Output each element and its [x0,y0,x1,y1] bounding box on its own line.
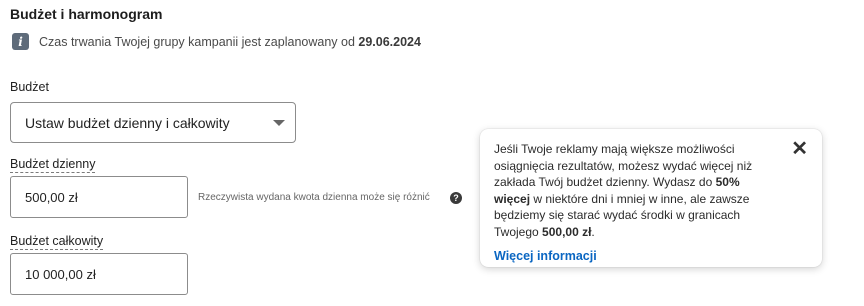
budget-tooltip: ✕ Jeśli Twoje reklamy mają większe możli… [480,129,822,267]
total-budget-value: 10 000,00 zł [25,266,96,282]
schedule-info: i Czas trwania Twojej grupy kampanii jes… [12,33,421,50]
chevron-down-icon [273,120,285,126]
schedule-info-text: Czas trwania Twojej grupy kampanii jest … [39,35,421,49]
daily-budget-input[interactable]: 500,00 zł [10,176,188,218]
total-budget-label[interactable]: Budżet całkowity [10,234,104,250]
daily-budget-label[interactable]: Budżet dzienny [10,157,96,173]
budget-type-value: Ustaw budżet dzienny i całkowity [25,114,230,131]
close-icon[interactable]: ✕ [791,139,808,159]
help-icon[interactable]: ? [450,192,462,204]
daily-budget-value: 500,00 zł [25,189,78,205]
daily-budget-hint: Rzeczywista wydana kwota dzienna może si… [198,192,430,203]
tooltip-text: Jeśli Twoje reklamy mają większe możliwo… [494,141,776,240]
info-icon: i [12,33,29,50]
budget-type-select[interactable]: Ustaw budżet dzienny i całkowity [10,102,296,143]
budget-label: Budżet [10,80,49,94]
tooltip-text-part-2: w niektóre dni i mniej w inne, ale zawsz… [494,191,750,239]
total-budget-input[interactable]: 10 000,00 zł [10,253,188,295]
section-title: Budżet i harmonogram [10,6,163,22]
tooltip-text-part-1: Jeśli Twoje reklamy mają większe możliwo… [494,142,753,189]
schedule-start-date: 29.06.2024 [358,34,421,49]
schedule-info-message: Czas trwania Twojej grupy kampanii jest … [39,34,355,49]
more-info-link[interactable]: Więcej informacji [494,248,806,265]
tooltip-text-part-3: . [591,224,595,239]
tooltip-bold-amount: 500,00 zł [542,224,592,239]
